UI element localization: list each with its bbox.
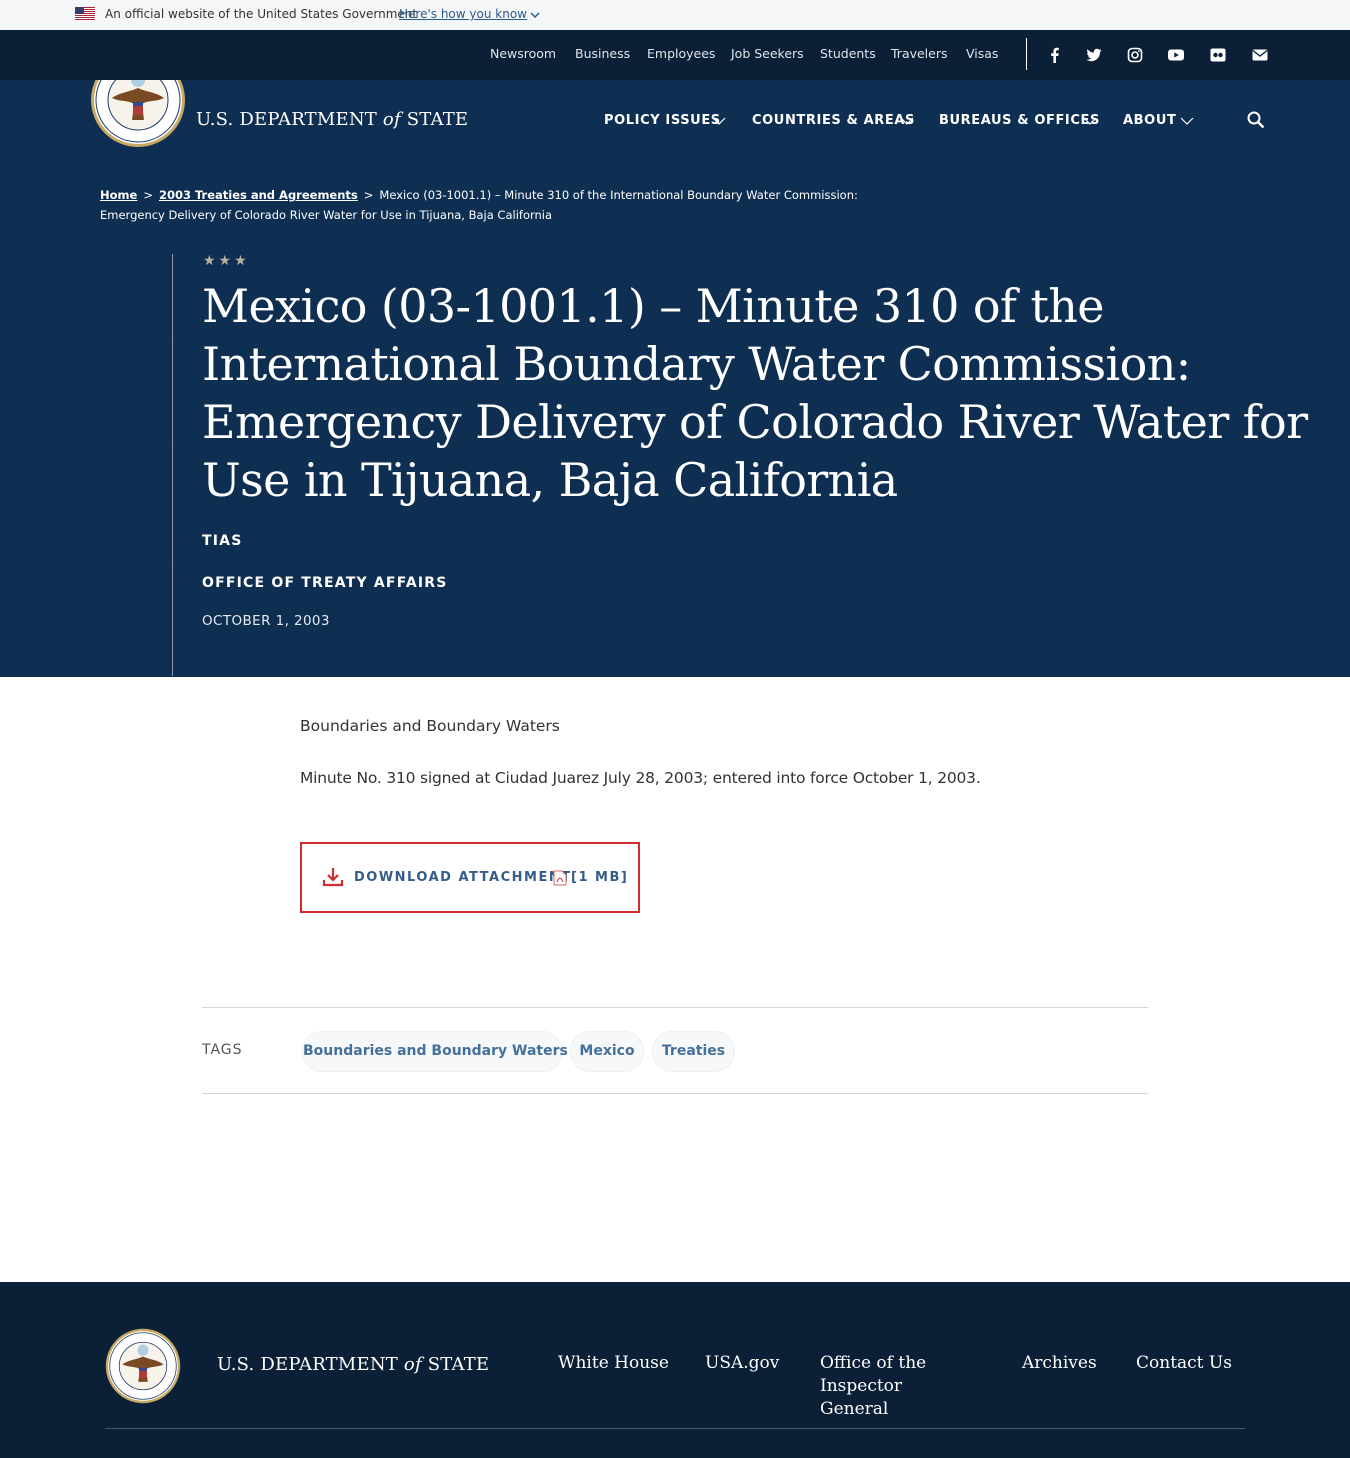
download-icon [322,868,344,887]
pdf-file-icon [553,870,567,886]
footer-link-inspector-general[interactable]: Office of the Inspector General [820,1352,970,1421]
instagram-icon[interactable] [1126,46,1144,64]
footer-brand[interactable]: U.S. DEPARTMENT of STATE [217,1354,489,1375]
gov-banner: An official website of the United States… [0,0,1350,30]
page-title: Mexico (03-1001.1) – Minute 310 of the I… [202,279,1308,507]
office-name: OFFICE OF TREATY AFFAIRS [202,575,448,591]
breadcrumb: Home >2003 Treaties and Agreements > Mexico… [100,188,858,222]
tag-boundaries[interactable]: Boundaries and Boundary Waters [302,1031,568,1072]
footer: U.S. DEPARTMENT of STATE White House USA… [0,1282,1350,1458]
youtube-icon[interactable] [1167,46,1185,64]
article-subject: Boundaries and Boundary Waters [300,717,560,735]
stars-decoration: ★★★ [203,253,250,269]
footer-link-archives[interactable]: Archives [1022,1352,1097,1375]
breadcrumb-home-link[interactable]: Home [100,188,137,202]
author-short: TIAS [202,533,243,549]
flickr-icon[interactable] [1209,46,1227,64]
footer-link-usa-gov[interactable]: USA.gov [705,1352,779,1375]
footer-link-white-house[interactable]: White House [558,1352,669,1375]
chevron-down-icon[interactable] [712,116,726,126]
search-icon[interactable] [1246,110,1266,130]
gov-banner-text: An official website of the United States… [105,7,418,21]
utility-link-travelers[interactable]: Travelers [891,46,948,61]
chevron-down-icon[interactable] [1083,116,1097,126]
utility-link-business[interactable]: Business [575,46,630,61]
how-you-know-link[interactable]: Here's how you know [399,7,527,21]
nav-about[interactable]: ABOUT [1123,113,1176,128]
utility-link-visas[interactable]: Visas [966,46,998,61]
utility-link-students[interactable]: Students [820,46,876,61]
utility-link-employees[interactable]: Employees [647,46,715,61]
tags-label: TAGS [202,1042,243,1058]
footer-divider [105,1428,1245,1429]
twitter-icon[interactable] [1085,46,1103,64]
download-size: [1 MB] [571,870,629,885]
utility-divider [1026,38,1027,70]
chevron-down-icon[interactable] [900,116,914,126]
footer-link-contact-us[interactable]: Contact Us [1136,1352,1232,1375]
header-brand[interactable]: U.S. DEPARTMENT of STATE [196,109,468,130]
download-label: DOWNLOAD ATTACHMENT [354,870,572,885]
breadcrumb-section-link[interactable]: 2003 Treaties and Agreements [159,188,358,202]
tag-treaties[interactable]: Treaties [652,1031,735,1072]
page-header: U.S. DEPARTMENT of STATE POLICY ISSUES C… [0,80,1350,677]
chevron-down-icon[interactable] [529,9,541,21]
facebook-icon[interactable] [1046,46,1064,64]
department-seal-logo[interactable] [90,80,186,148]
tags-bottom-divider [202,1093,1148,1094]
nav-policy-issues[interactable]: POLICY ISSUES [604,113,721,128]
footer-seal-logo[interactable] [105,1328,181,1404]
tags-top-divider [202,1007,1148,1008]
title-accent-line [172,254,173,676]
utility-link-job-seekers[interactable]: Job Seekers [731,46,804,61]
email-icon[interactable] [1251,46,1269,64]
download-attachment-button[interactable]: DOWNLOAD ATTACHMENT [1 MB] [300,842,640,913]
us-flag-icon [75,7,95,20]
utility-bar: Newsroom Business Employees Job Seekers … [0,30,1350,80]
utility-link-newsroom[interactable]: Newsroom [490,46,556,61]
nav-bureaus-offices[interactable]: BUREAUS & OFFICES [939,113,1100,128]
chevron-down-icon[interactable] [1180,116,1194,126]
tag-mexico[interactable]: Mexico [570,1031,644,1072]
publish-date: OCTOBER 1, 2003 [202,613,330,629]
article-summary: Minute No. 310 signed at Ciudad Juarez J… [300,769,981,787]
nav-countries-areas[interactable]: COUNTRIES & AREAS [752,113,915,128]
